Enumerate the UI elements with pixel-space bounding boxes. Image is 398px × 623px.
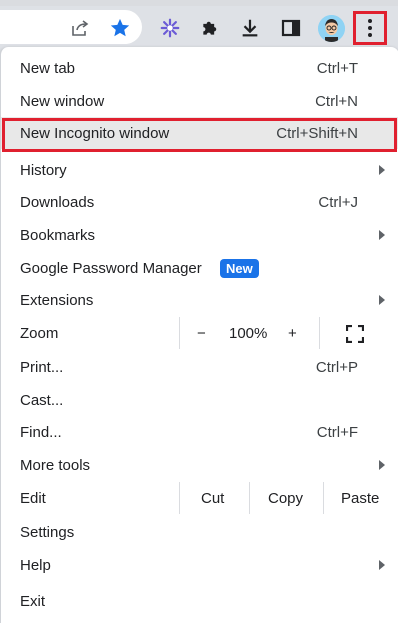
flower-extension-icon[interactable] <box>158 16 182 40</box>
menu-item-label: Downloads <box>20 193 95 211</box>
submenu-arrow-icon <box>379 295 385 305</box>
zoom-level: 100% <box>229 324 268 342</box>
menu-item-label: Edit <box>20 489 46 507</box>
fullscreen-icon[interactable] <box>345 324 365 347</box>
new-badge: New <box>220 258 259 278</box>
menu-item-new-tab[interactable]: New tab Ctrl+T <box>1 52 398 84</box>
shortcut-label: Ctrl+F <box>316 423 358 441</box>
divider <box>319 317 320 349</box>
download-icon[interactable] <box>238 16 262 40</box>
divider <box>249 482 250 514</box>
zoom-in-button[interactable]: + <box>288 325 297 342</box>
menu-item-new-incognito-window[interactable]: New Incognito window Ctrl+Shift+N <box>1 117 398 149</box>
shortcut-label: Ctrl+J <box>318 193 358 211</box>
chrome-main-menu: New tab Ctrl+T New window Ctrl+N New Inc… <box>0 47 398 623</box>
menu-item-exit[interactable]: Exit <box>1 585 398 617</box>
divider <box>179 317 180 349</box>
menu-button-highlight <box>353 11 387 45</box>
menu-item-label: Exit <box>20 592 46 610</box>
shortcut-label: Ctrl+N <box>315 92 358 110</box>
shortcut-label: Ctrl+P <box>315 358 358 376</box>
menu-item-label: New window <box>20 92 105 110</box>
divider <box>179 482 180 514</box>
share-icon[interactable] <box>68 16 92 40</box>
menu-item-label: More tools <box>20 456 91 474</box>
star-icon[interactable] <box>108 16 132 40</box>
menu-item-label: Help <box>20 556 51 574</box>
menu-item-label: Cast... <box>20 391 64 409</box>
menu-item-help[interactable]: Help <box>1 549 398 581</box>
menu-item-more-tools[interactable]: More tools <box>1 449 398 481</box>
menu-item-cast[interactable]: Cast... <box>1 384 398 416</box>
menu-item-downloads[interactable]: Downloads Ctrl+J <box>1 186 398 218</box>
menu-row-edit: Edit Cut Copy Paste <box>1 482 398 514</box>
menu-item-new-window[interactable]: New window Ctrl+N <box>1 85 398 117</box>
menu-item-bookmarks[interactable]: Bookmarks <box>1 219 398 251</box>
paste-button[interactable]: Paste <box>341 490 379 507</box>
menu-item-label: History <box>20 161 67 179</box>
copy-button[interactable]: Copy <box>268 490 303 507</box>
menu-item-label: Settings <box>20 523 75 541</box>
divider <box>323 482 324 514</box>
browser-toolbar <box>0 0 398 50</box>
submenu-arrow-icon <box>379 230 385 240</box>
menu-item-print[interactable]: Print... Ctrl+P <box>1 351 398 383</box>
menu-item-label: Google Password Manager <box>20 259 202 277</box>
menu-row-zoom: Zoom − 100% + <box>1 317 398 349</box>
menu-item-password-manager[interactable]: Google Password Manager New <box>1 252 398 284</box>
menu-item-label: Print... <box>20 358 64 376</box>
menu-item-label: Zoom <box>20 324 59 342</box>
submenu-arrow-icon <box>379 460 385 470</box>
side-panel-icon[interactable] <box>279 16 303 40</box>
menu-item-find[interactable]: Find... Ctrl+F <box>1 416 398 448</box>
menu-item-settings[interactable]: Settings <box>1 516 398 548</box>
shortcut-label: Ctrl+T <box>316 59 358 77</box>
shortcut-label: Ctrl+Shift+N <box>276 124 358 142</box>
menu-item-extensions[interactable]: Extensions <box>1 284 398 316</box>
submenu-arrow-icon <box>379 165 385 175</box>
zoom-out-button[interactable]: − <box>197 325 206 342</box>
menu-item-label: New tab <box>20 59 76 77</box>
menu-item-label: New Incognito window <box>20 124 170 142</box>
puzzle-icon[interactable] <box>198 16 222 40</box>
menu-item-label: Bookmarks <box>20 226 96 244</box>
submenu-arrow-icon <box>379 560 385 570</box>
tab-strip <box>0 0 398 6</box>
menu-item-label: Extensions <box>20 291 94 309</box>
menu-item-history[interactable]: History <box>1 154 398 186</box>
menu-item-label: Find... <box>20 423 62 441</box>
cut-button[interactable]: Cut <box>201 490 224 507</box>
avatar[interactable] <box>318 15 345 42</box>
